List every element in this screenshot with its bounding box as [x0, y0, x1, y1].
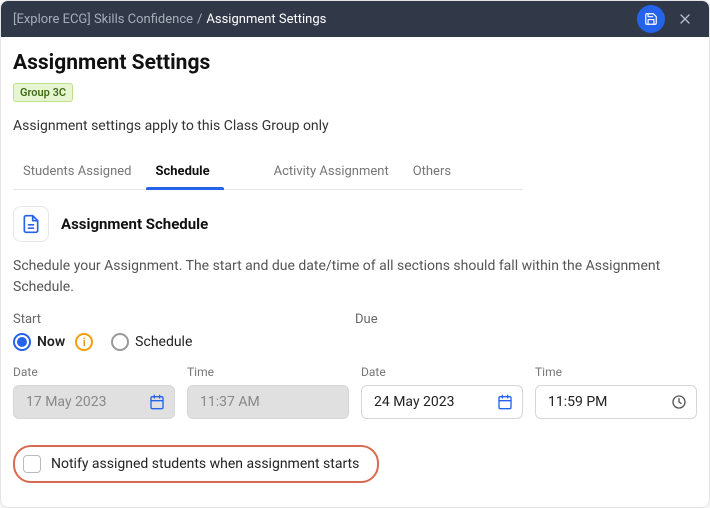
due-date-field: Date 24 May 2023: [361, 365, 523, 419]
section-heading: Assignment Schedule: [13, 206, 697, 242]
due-time-label: Time: [535, 365, 697, 379]
radio-schedule[interactable]: Schedule: [111, 333, 192, 351]
close-icon: [677, 11, 693, 27]
document-icon: [21, 214, 41, 234]
radio-now-label: Now: [37, 334, 65, 350]
due-time-value: 11:59 PM: [548, 394, 607, 410]
due-date-value: 24 May 2023: [374, 394, 455, 410]
start-date-label: Date: [13, 365, 175, 379]
tab-others[interactable]: Others: [403, 156, 465, 189]
due-time-input[interactable]: 11:59 PM: [535, 385, 697, 419]
radio-now[interactable]: Now: [13, 333, 65, 351]
section-description: Schedule your Assignment. The start and …: [13, 256, 697, 298]
schedule-tile-icon: [13, 206, 49, 242]
breadcrumb-separator: /: [197, 12, 202, 27]
breadcrumb-current: Assignment Settings: [206, 12, 326, 27]
dialog-header: [Explore ECG] Skills Confidence / Assign…: [1, 1, 709, 37]
tab-schedule[interactable]: Schedule: [146, 156, 224, 189]
notify-label: Notify assigned students when assignment…: [51, 456, 359, 472]
tab-activity-assignment[interactable]: Activity Assignment: [264, 156, 403, 189]
start-date-input: 17 May 2023: [13, 385, 175, 419]
page-title: Assignment Settings: [13, 51, 697, 75]
start-radio-group: Now i Schedule: [13, 333, 697, 351]
start-date-value: 17 May 2023: [26, 394, 107, 410]
group-chip: Group 3C: [13, 83, 73, 102]
start-time-label: Time: [187, 365, 349, 379]
dialog-window: [Explore ECG] Skills Confidence / Assign…: [0, 0, 710, 508]
notify-checkbox[interactable]: [23, 455, 41, 473]
start-time-value: 11:37 AM: [200, 394, 260, 410]
date-time-grid: Date 17 May 2023 Time 11:37 AM Date: [13, 365, 697, 419]
close-button[interactable]: [671, 5, 699, 33]
radio-schedule-label: Schedule: [135, 334, 192, 350]
save-icon: [644, 12, 658, 26]
start-due-labels: Start Due: [13, 312, 697, 333]
tab-students-assigned[interactable]: Students Assigned: [13, 156, 146, 189]
start-date-field: Date 17 May 2023: [13, 365, 175, 419]
start-label: Start: [13, 312, 355, 327]
notify-row: Notify assigned students when assignment…: [13, 445, 379, 483]
schedule-section: Assignment Schedule Schedule your Assign…: [13, 206, 697, 483]
due-label: Due: [355, 312, 697, 327]
start-time-input: 11:37 AM: [187, 385, 349, 419]
save-button[interactable]: [637, 5, 665, 33]
start-time-field: Time 11:37 AM: [187, 365, 349, 419]
due-time-field: Time 11:59 PM: [535, 365, 697, 419]
due-date-label: Date: [361, 365, 523, 379]
breadcrumb-context: [Explore ECG] Skills Confidence: [13, 12, 193, 27]
clock-icon: [670, 393, 688, 411]
tabs: Students Assigned Schedule Activity Assi…: [13, 156, 523, 190]
dialog-body: Assignment Settings Group 3C Assignment …: [1, 37, 709, 495]
calendar-icon: [148, 393, 166, 411]
info-icon[interactable]: i: [75, 333, 93, 351]
due-date-input[interactable]: 24 May 2023: [361, 385, 523, 419]
calendar-icon: [496, 393, 514, 411]
section-title: Assignment Schedule: [61, 215, 208, 233]
scope-description: Assignment settings apply to this Class …: [13, 118, 697, 134]
